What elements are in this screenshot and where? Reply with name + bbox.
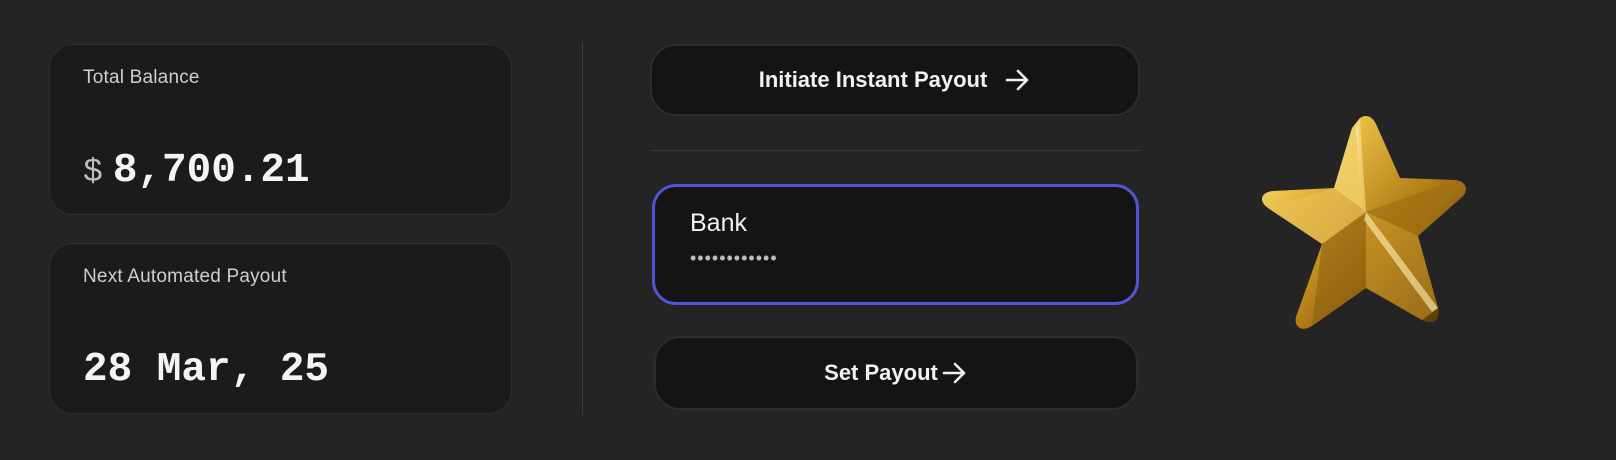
next-payout-label: Next Automated Payout xyxy=(83,266,287,287)
initiate-instant-payout-label: Initiate Instant Payout xyxy=(758,67,988,92)
balance-amount: 8,700.21 xyxy=(112,148,310,194)
horizontal-divider xyxy=(650,150,1140,151)
set-payout-button[interactable]: Set Payout xyxy=(654,336,1138,410)
bank-account-masked-value[interactable]: •••••••••••• xyxy=(690,248,778,269)
gold-star-icon xyxy=(1248,112,1508,352)
total-balance-value: $ 8,700.21 xyxy=(83,148,310,194)
next-payout-date: 28 Mar, 25 xyxy=(83,347,330,393)
vertical-divider xyxy=(582,42,583,415)
total-balance-card: Total Balance $ 8,700.21 xyxy=(49,44,512,215)
bank-field-label: Bank xyxy=(690,209,747,237)
arrow-right-icon xyxy=(942,362,968,384)
total-balance-label: Total Balance xyxy=(83,67,200,88)
initiate-instant-payout-button[interactable]: Initiate Instant Payout xyxy=(650,44,1140,116)
currency-symbol: $ xyxy=(83,154,103,191)
next-payout-card: Next Automated Payout 28 Mar, 25 xyxy=(49,243,512,414)
bank-account-field[interactable]: Bank •••••••••••• xyxy=(652,184,1139,305)
arrow-right-icon xyxy=(1005,69,1031,91)
set-payout-label: Set Payout xyxy=(824,360,938,385)
